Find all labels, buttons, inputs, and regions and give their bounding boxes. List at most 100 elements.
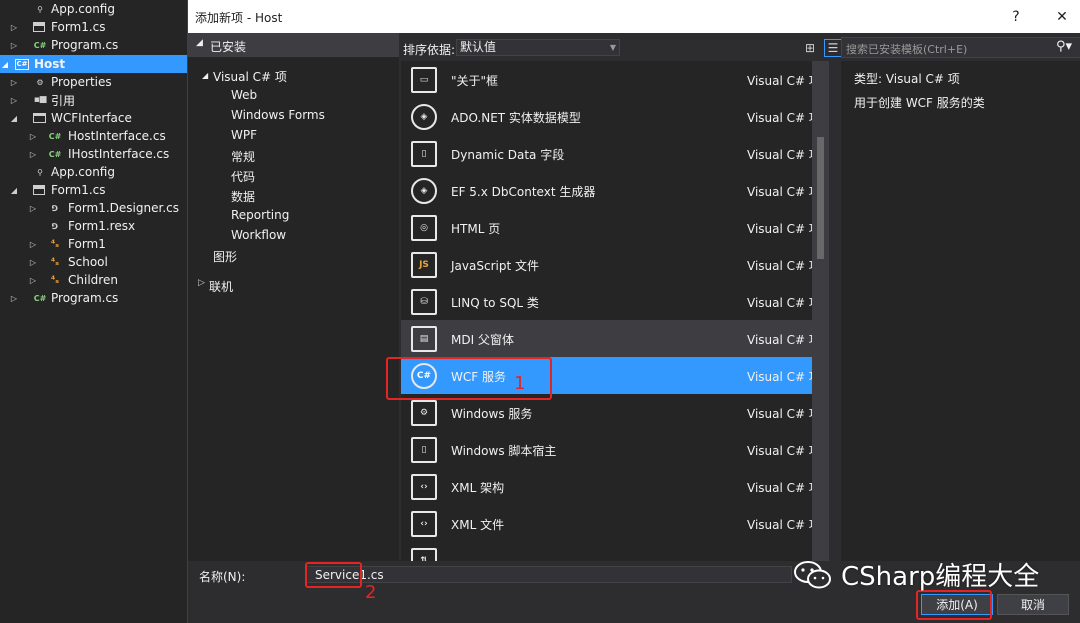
javascript-file-icon: JS <box>411 252 437 278</box>
category-header-installed[interactable]: ◢ 已安装 <box>188 33 399 57</box>
list-view-icon[interactable]: ☰ <box>824 39 842 57</box>
tree-item-form1-cs[interactable]: ◢ Form1.cs <box>0 181 187 199</box>
template-row-entity-model[interactable]: ◈ ADO.NET 实体数据模型 Visual C# 项 <box>401 98 812 135</box>
template-list-scrollbar[interactable] <box>812 61 829 561</box>
category-windows-forms[interactable]: Windows Forms <box>231 108 325 122</box>
xml-schema-icon: ‹› <box>411 474 437 500</box>
tree-item-school-class[interactable]: ▷ ⁴ₛ School <box>0 253 187 271</box>
windows-service-icon: ⚙ <box>411 400 437 426</box>
tree-item-app-config[interactable]: ⚲ App.config <box>0 0 187 18</box>
tree-item-children-class[interactable]: ▷ ⁴ₛ Children <box>0 271 187 289</box>
tree-item-program[interactable]: ▷ C# Program.cs <box>0 36 187 54</box>
expand-arrow-icon[interactable]: ▷ <box>28 276 38 285</box>
csharp-file-icon: C# <box>48 149 62 159</box>
tree-item-form1-resx[interactable]: ⅁ Form1.resx <box>0 217 187 235</box>
name-field[interactable] <box>306 566 792 583</box>
annotation-marker-1: 1 <box>514 373 526 394</box>
expand-arrow-icon[interactable]: ▷ <box>9 23 19 32</box>
grid-view-icon[interactable]: ⊞ <box>801 39 819 57</box>
sort-toolbar: 排序依据: 默认值 ▼ ⊞ ☰ <box>399 33 842 61</box>
expand-arrow-icon[interactable]: ▷ <box>28 132 38 141</box>
linq-sql-icon: ⛁ <box>411 289 437 315</box>
template-row-xml-schema[interactable]: ‹› XML 架构 Visual C# 项 <box>401 468 812 505</box>
sort-label: 排序依据: <box>403 43 456 57</box>
category-data[interactable]: 数据 <box>231 188 255 205</box>
category-visual-csharp[interactable]: Visual C# 项 <box>213 68 287 85</box>
resx-file-icon: ⅁ <box>51 221 59 231</box>
template-row-html-page[interactable]: ◎ HTML 页 Visual C# 项 <box>401 209 812 246</box>
close-button[interactable]: ✕ <box>1039 0 1080 33</box>
expand-arrow-icon[interactable]: ▷ <box>28 150 38 159</box>
chevron-down-icon: ▼ <box>609 43 616 52</box>
template-description: 用于创建 WCF 服务的类 <box>854 96 985 110</box>
collapse-arrow-icon[interactable]: ◢ <box>0 60 10 69</box>
template-row-dbcontext[interactable]: ◈ EF 5.x DbContext 生成器 Visual C# 项 <box>401 172 812 209</box>
tree-item-host-project[interactable]: ◢ C# Host <box>0 55 187 73</box>
help-button[interactable]: ? <box>993 0 1039 33</box>
template-row-partial[interactable]: ⇅ <box>401 542 812 561</box>
sort-select[interactable]: 默认值 ▼ <box>456 39 620 56</box>
tree-item-hostinterface[interactable]: ▷ C# HostInterface.cs <box>0 127 187 145</box>
template-row-mdi-form[interactable]: ▤ MDI 父窗体 Visual C# 项 <box>401 320 812 357</box>
tree-item-properties[interactable]: ▷ ⚙ Properties <box>0 73 187 91</box>
expand-arrow-icon[interactable]: ▷ <box>28 258 38 267</box>
tree-item-program-2[interactable]: ▷ C# Program.cs <box>0 289 187 307</box>
tree-item-form1-class[interactable]: ▷ ⁴ₛ Form1 <box>0 235 187 253</box>
expand-arrow-icon[interactable]: ▷ <box>9 294 19 303</box>
template-row-dynamic-data[interactable]: ▯ Dynamic Data 字段 Visual C# 项 <box>401 135 812 172</box>
tree-item-wcfinterface-folder[interactable]: ◢ WCFInterface <box>0 109 187 127</box>
cancel-button[interactable]: 取消 <box>997 594 1069 615</box>
collapse-arrow-icon[interactable]: ◢ <box>9 114 19 123</box>
expand-arrow-icon[interactable]: ▷ <box>28 240 38 249</box>
category-code[interactable]: 代码 <box>231 168 255 185</box>
add-new-item-dialog: 添加新项 - Host ? ✕ ◢ 已安装 ◢ Visual C# 项 Web … <box>187 0 1080 623</box>
csharp-file-icon: C# <box>33 40 47 50</box>
template-row-linq-sql[interactable]: ⛁ LINQ to SQL 类 Visual C# 项 <box>401 283 812 320</box>
expand-arrow-icon[interactable]: ▷ <box>28 204 38 213</box>
class-icon: ⁴ₛ <box>50 274 60 286</box>
category-workflow[interactable]: Workflow <box>231 228 286 242</box>
mdi-form-icon: ▤ <box>411 326 437 352</box>
category-reporting[interactable]: Reporting <box>231 208 289 222</box>
tree-item-form1[interactable]: ▷ Form1.cs <box>0 18 187 36</box>
script-host-icon: ▯ <box>411 437 437 463</box>
category-general[interactable]: 常规 <box>231 148 255 165</box>
template-row-script-host[interactable]: ▯ Windows 脚本宿主 Visual C# 项 <box>401 431 812 468</box>
collapse-arrow-icon[interactable]: ◢ <box>196 38 203 48</box>
category-web[interactable]: Web <box>231 88 257 102</box>
expand-arrow-icon[interactable]: ▷ <box>198 278 205 288</box>
wechat-logo-icon <box>794 560 831 588</box>
search-input[interactable]: 搜索已安装模板(Ctrl+E) ⚲▾ <box>841 37 1080 58</box>
search-icon[interactable]: ⚲▾ <box>1056 39 1072 54</box>
dbcontext-icon: ◈ <box>411 178 437 204</box>
category-graphics[interactable]: 图形 <box>213 248 237 265</box>
template-row-javascript[interactable]: JS JavaScript 文件 Visual C# 项 <box>401 246 812 283</box>
collapse-arrow-icon[interactable]: ◢ <box>202 71 208 80</box>
tree-item-form1-designer[interactable]: ▷ ⅁ Form1.Designer.cs <box>0 199 187 217</box>
html-page-icon: ◎ <box>411 215 437 241</box>
expand-arrow-icon[interactable]: ▷ <box>9 78 19 87</box>
category-wpf[interactable]: WPF <box>231 128 257 142</box>
collapse-arrow-icon[interactable]: ◢ <box>9 186 19 195</box>
scrollbar-thumb[interactable] <box>817 137 824 259</box>
tree-item-app-config-2[interactable]: ⚲ App.config <box>0 163 187 181</box>
class-icon: ⁴ₛ <box>50 256 60 268</box>
xml-file-icon: ‹› <box>411 511 437 537</box>
category-online[interactable]: 联机 <box>209 278 233 295</box>
name-label: 名称(N): <box>199 570 246 584</box>
csharp-file-icon: C# <box>48 131 62 141</box>
template-list: ▭ "关于"框 Visual C# 项 ◈ ADO.NET 实体数据模型 Vis… <box>401 61 812 561</box>
xslt-file-icon: ⇅ <box>411 548 437 561</box>
tree-item-references[interactable]: ▷ ▪■ 引用 <box>0 91 187 109</box>
dialog-titlebar[interactable]: 添加新项 - Host ? ✕ <box>188 0 1080 33</box>
template-row-xml-file[interactable]: ‹› XML 文件 Visual C# 项 <box>401 505 812 542</box>
watermark: CSharp编程大全 <box>793 556 1039 593</box>
annotation-box-wcf-service <box>386 357 552 400</box>
tree-item-ihostinterface[interactable]: ▷ C# IHostInterface.cs <box>0 145 187 163</box>
category-pane: ◢ 已安装 ◢ Visual C# 项 Web Windows Forms WP… <box>188 33 399 561</box>
form-icon <box>33 22 45 32</box>
expand-arrow-icon[interactable]: ▷ <box>9 41 19 50</box>
expand-arrow-icon[interactable]: ▷ <box>9 96 19 105</box>
annotation-marker-2: 2 <box>365 582 377 603</box>
template-row-about-box[interactable]: ▭ "关于"框 Visual C# 项 <box>401 61 812 98</box>
